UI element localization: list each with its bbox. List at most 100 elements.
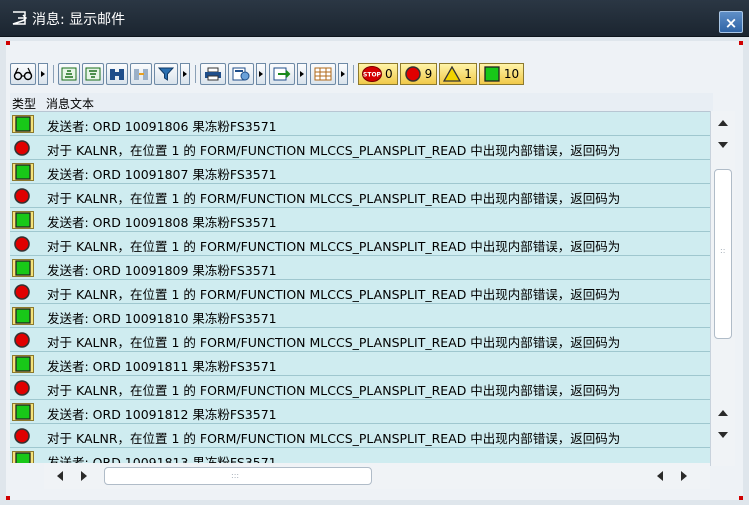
corner-marker bbox=[6, 41, 10, 45]
table-row[interactable]: 对于 KALNR，在位置 1 的 FORM/FUNCTION MLCCS_PLA… bbox=[10, 232, 713, 256]
error-count: 9 bbox=[424, 67, 433, 81]
column-header-type[interactable]: 类型 bbox=[12, 95, 36, 112]
table-row[interactable]: 对于 KALNR，在位置 1 的 FORM/FUNCTION MLCCS_PLA… bbox=[10, 328, 713, 352]
success-icon bbox=[12, 403, 34, 421]
layout-button[interactable] bbox=[310, 63, 336, 85]
scroll-up-button[interactable] bbox=[713, 113, 733, 133]
vertical-scrollbar[interactable]: :: bbox=[710, 111, 735, 466]
find-next-button[interactable] bbox=[130, 63, 152, 85]
table-row[interactable]: 对于 KALNR，在位置 1 的 FORM/FUNCTION MLCCS_PLA… bbox=[10, 376, 713, 400]
arrow-up-icon bbox=[718, 120, 728, 126]
stop-count-button[interactable]: STOP 0 bbox=[358, 63, 398, 85]
error-icon bbox=[404, 66, 421, 82]
print-button[interactable] bbox=[200, 63, 226, 85]
table-row[interactable]: 发送者: ORD 10091813 果冻粉FS3571 bbox=[10, 448, 713, 463]
table-row[interactable]: 发送者: ORD 10091809 果冻粉FS3571 bbox=[10, 256, 713, 280]
success-icon bbox=[12, 211, 34, 229]
message-text: 对于 KALNR，在位置 1 的 FORM/FUNCTION MLCCS_PLA… bbox=[47, 239, 621, 254]
table-row[interactable]: 对于 KALNR，在位置 1 的 FORM/FUNCTION MLCCS_PLA… bbox=[10, 280, 713, 304]
table-row[interactable]: 发送者: ORD 10091806 果冻粉FS3571 bbox=[10, 112, 713, 136]
export-button[interactable] bbox=[269, 63, 295, 85]
vertical-scroll-thumb[interactable]: :: bbox=[714, 169, 732, 339]
views-button[interactable] bbox=[228, 63, 254, 85]
table-row[interactable]: 发送者: ORD 10091811 果冻粉FS3571 bbox=[10, 352, 713, 376]
toolbar-separator bbox=[195, 65, 196, 83]
details-dropdown[interactable] bbox=[38, 63, 48, 85]
warning-count-button[interactable]: 1 bbox=[439, 63, 477, 85]
message-text: 发送者: ORD 10091812 果冻粉FS3571 bbox=[47, 407, 277, 422]
error-icon bbox=[14, 188, 30, 204]
arrow-right-icon bbox=[681, 471, 687, 481]
success-icon bbox=[12, 163, 34, 181]
details-button[interactable] bbox=[10, 63, 36, 85]
toolbar-separator bbox=[353, 65, 354, 83]
views-icon bbox=[232, 67, 250, 81]
error-icon bbox=[14, 332, 30, 348]
scroll-right-button[interactable] bbox=[74, 466, 94, 486]
message-grid: 类型 消息文本 发送者: ORD 10091806 果冻粉FS3571 对于 KA… bbox=[10, 93, 713, 463]
success-icon bbox=[12, 355, 34, 373]
corner-marker bbox=[6, 496, 10, 500]
sort-ascending-button[interactable] bbox=[58, 63, 80, 85]
message-text: 对于 KALNR，在位置 1 的 FORM/FUNCTION MLCCS_PLA… bbox=[47, 191, 621, 206]
success-count-button[interactable]: 10 bbox=[478, 63, 525, 85]
scroll-left-button[interactable] bbox=[50, 466, 70, 486]
export-dropdown[interactable] bbox=[297, 63, 307, 85]
corner-marker bbox=[739, 41, 743, 45]
message-text: 对于 KALNR，在位置 1 的 FORM/FUNCTION MLCCS_PLA… bbox=[47, 383, 621, 398]
table-row[interactable]: 对于 KALNR，在位置 1 的 FORM/FUNCTION MLCCS_PLA… bbox=[10, 136, 713, 160]
success-icon bbox=[12, 307, 34, 325]
title-bar: 消息: 显示邮件 × bbox=[0, 0, 749, 37]
scroll-down-button[interactable] bbox=[713, 425, 733, 445]
scroll-left-button[interactable] bbox=[650, 466, 670, 486]
views-dropdown[interactable] bbox=[256, 63, 266, 85]
horizontal-scrollbar[interactable]: ::: bbox=[44, 463, 710, 489]
message-text: 发送者: ORD 10091811 果冻粉FS3571 bbox=[47, 359, 277, 374]
close-button[interactable]: × bbox=[719, 11, 743, 33]
arrow-down-icon bbox=[718, 432, 728, 438]
message-text: 发送者: ORD 10091813 果冻粉FS3571 bbox=[47, 455, 277, 463]
error-icon bbox=[14, 380, 30, 396]
corner-marker bbox=[739, 496, 743, 500]
filter-icon bbox=[158, 67, 174, 81]
scroll-down-button[interactable] bbox=[713, 135, 733, 155]
table-row[interactable]: 对于 KALNR，在位置 1 的 FORM/FUNCTION MLCCS_PLA… bbox=[10, 424, 713, 448]
filter-dropdown[interactable] bbox=[180, 63, 190, 85]
window-title: 消息: 显示邮件 bbox=[32, 12, 126, 28]
grip-icon: ::: bbox=[231, 471, 240, 480]
scroll-up-button[interactable] bbox=[713, 403, 733, 423]
table-row[interactable]: 发送者: ORD 10091808 果冻粉FS3571 bbox=[10, 208, 713, 232]
scroll-right-button[interactable] bbox=[674, 466, 694, 486]
svg-text:STOP: STOP bbox=[363, 72, 382, 79]
sort-ascending-icon bbox=[61, 67, 77, 81]
find-button[interactable] bbox=[106, 63, 128, 85]
warning-count: 1 bbox=[464, 67, 472, 81]
error-icon bbox=[14, 428, 30, 444]
arrow-down-icon bbox=[718, 142, 728, 148]
column-header-message-text[interactable]: 消息文本 bbox=[46, 95, 94, 112]
success-icon bbox=[12, 259, 34, 277]
error-count-button[interactable]: 9 bbox=[399, 63, 438, 85]
sort-descending-button[interactable] bbox=[82, 63, 104, 85]
arrow-left-icon bbox=[657, 471, 663, 481]
toolbar-separator bbox=[53, 65, 54, 83]
table-row[interactable]: 发送者: ORD 10091812 果冻粉FS3571 bbox=[10, 400, 713, 424]
table-row[interactable]: 对于 KALNR，在位置 1 的 FORM/FUNCTION MLCCS_PLA… bbox=[10, 184, 713, 208]
layout-dropdown[interactable] bbox=[338, 63, 348, 85]
message-text: 发送者: ORD 10091806 果冻粉FS3571 bbox=[47, 119, 277, 134]
horizontal-scroll-thumb[interactable]: ::: bbox=[104, 467, 372, 485]
sort-descending-icon bbox=[85, 67, 101, 81]
table-row[interactable]: 发送者: ORD 10091810 果冻粉FS3571 bbox=[10, 304, 713, 328]
stop-icon: STOP bbox=[362, 66, 382, 82]
binoculars-icon bbox=[110, 69, 124, 80]
message-text: 发送者: ORD 10091807 果冻粉FS3571 bbox=[47, 167, 277, 182]
message-text: 对于 KALNR，在位置 1 的 FORM/FUNCTION MLCCS_PLA… bbox=[47, 143, 621, 158]
error-icon bbox=[14, 140, 30, 156]
grip-icon: :: bbox=[720, 246, 726, 255]
export-icon bbox=[273, 67, 291, 81]
success-icon bbox=[12, 115, 34, 133]
filter-button[interactable] bbox=[154, 63, 178, 85]
arrow-left-icon bbox=[57, 471, 63, 481]
arrow-up-icon bbox=[718, 410, 728, 416]
table-row[interactable]: 发送者: ORD 10091807 果冻粉FS3571 bbox=[10, 160, 713, 184]
